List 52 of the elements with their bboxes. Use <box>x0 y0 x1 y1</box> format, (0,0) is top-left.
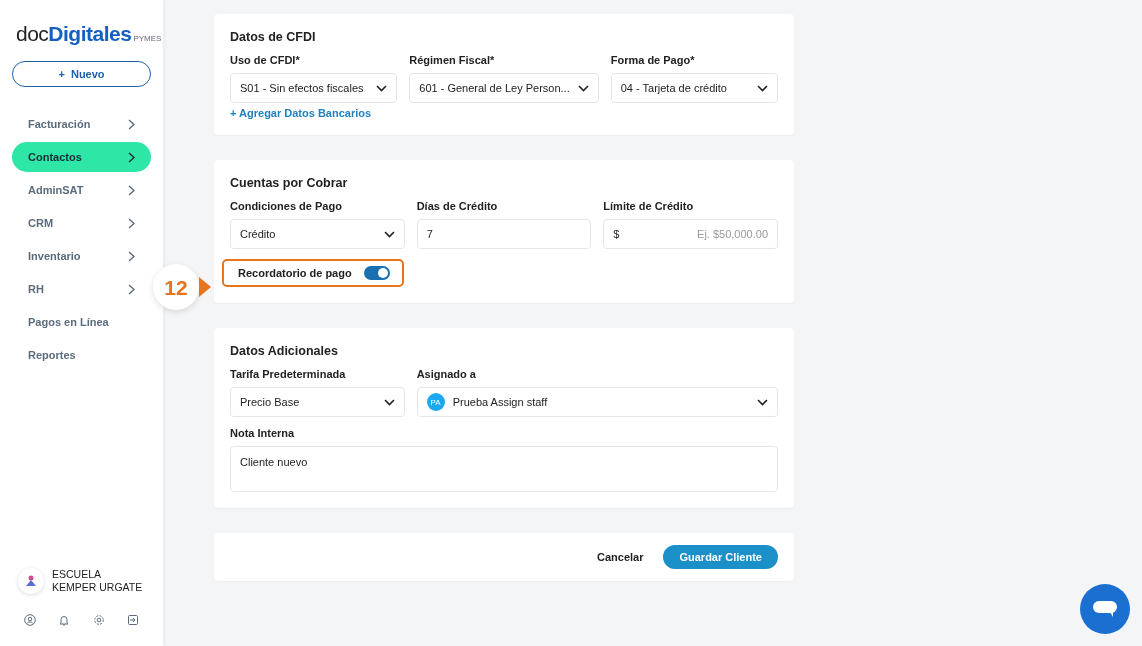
add-bank-data-link[interactable]: + Agregar Datos Bancarios <box>230 107 372 119</box>
chevron-down-icon <box>383 230 395 238</box>
section-title: Datos de CFDI <box>230 30 316 44</box>
chevron-down-icon <box>577 84 589 92</box>
field-label: Días de Crédito <box>416 200 498 212</box>
nav-item[interactable]: Facturación <box>12 109 151 139</box>
chevron-down-icon <box>757 84 768 92</box>
save-button[interactable]: Guardar Cliente <box>663 545 778 569</box>
chevron-down-icon <box>757 398 768 406</box>
new-button[interactable]: + Nuevo <box>12 61 151 87</box>
section-title: Datos Adicionales <box>230 344 338 358</box>
input-field[interactable]: $ Ej. $50,000.00 <box>603 219 778 249</box>
field-label: Recordatorio de pago <box>238 267 352 279</box>
chat-bubble-icon <box>1092 599 1118 619</box>
toggle-switch[interactable] <box>363 266 390 280</box>
select-field[interactable]: Crédito <box>230 219 405 249</box>
nav-item[interactable]: RH <box>12 274 151 304</box>
brand-logo: docDigitales PYMES <box>16 22 162 46</box>
field-label: Forma de Pago* <box>610 54 695 66</box>
field-label: Límite de Crédito <box>603 200 694 212</box>
account-logo <box>18 567 44 594</box>
chat-button[interactable] <box>1080 584 1130 634</box>
select-field[interactable]: PA Prueba Assign staff <box>416 387 778 417</box>
chevron-down-icon <box>376 84 388 92</box>
chevron-down-icon <box>383 398 395 406</box>
field-label: Nota Interna <box>230 427 295 439</box>
textarea-field[interactable]: Cliente nuevo <box>230 446 778 492</box>
settings-icon[interactable] <box>92 614 105 626</box>
user-icon[interactable] <box>24 614 36 626</box>
section-title: Cuentas por Cobrar <box>230 176 348 190</box>
field-label: Régimen Fiscal* <box>409 54 495 66</box>
cancel-button[interactable]: Cancelar <box>591 550 650 564</box>
select-field[interactable]: S01 - Sin efectos fiscales <box>230 73 398 103</box>
field-label: Tarifa Predeterminada <box>230 368 346 380</box>
select-field[interactable]: 04 - Tarjeta de crédito <box>610 73 778 103</box>
select-field[interactable]: 601 - General de Ley Person... <box>409 73 599 103</box>
field-label: Asignado a <box>416 368 476 380</box>
field-label: Condiciones de Pago <box>230 200 342 212</box>
nav-item[interactable]: Pagos en Línea <box>12 307 151 337</box>
input-field[interactable]: 7 <box>416 219 592 249</box>
account-name: ESCUELA KEMPER URGATE <box>52 567 144 594</box>
field-label: Uso de CFDI* <box>230 54 300 66</box>
nav-item[interactable]: CRM <box>12 208 151 238</box>
nav-item[interactable]: Inventario <box>12 241 151 271</box>
nav-item[interactable]: Contactos <box>12 142 151 172</box>
pointer-arrow-icon <box>199 277 211 297</box>
nav-item[interactable]: AdminSAT <box>12 175 151 205</box>
select-field[interactable]: Precio Base <box>230 387 405 417</box>
nav-item[interactable]: Reportes <box>12 340 151 370</box>
logout-icon[interactable] <box>127 614 139 626</box>
bell-icon[interactable] <box>58 614 71 626</box>
step-number-callout: 12 <box>153 264 199 310</box>
